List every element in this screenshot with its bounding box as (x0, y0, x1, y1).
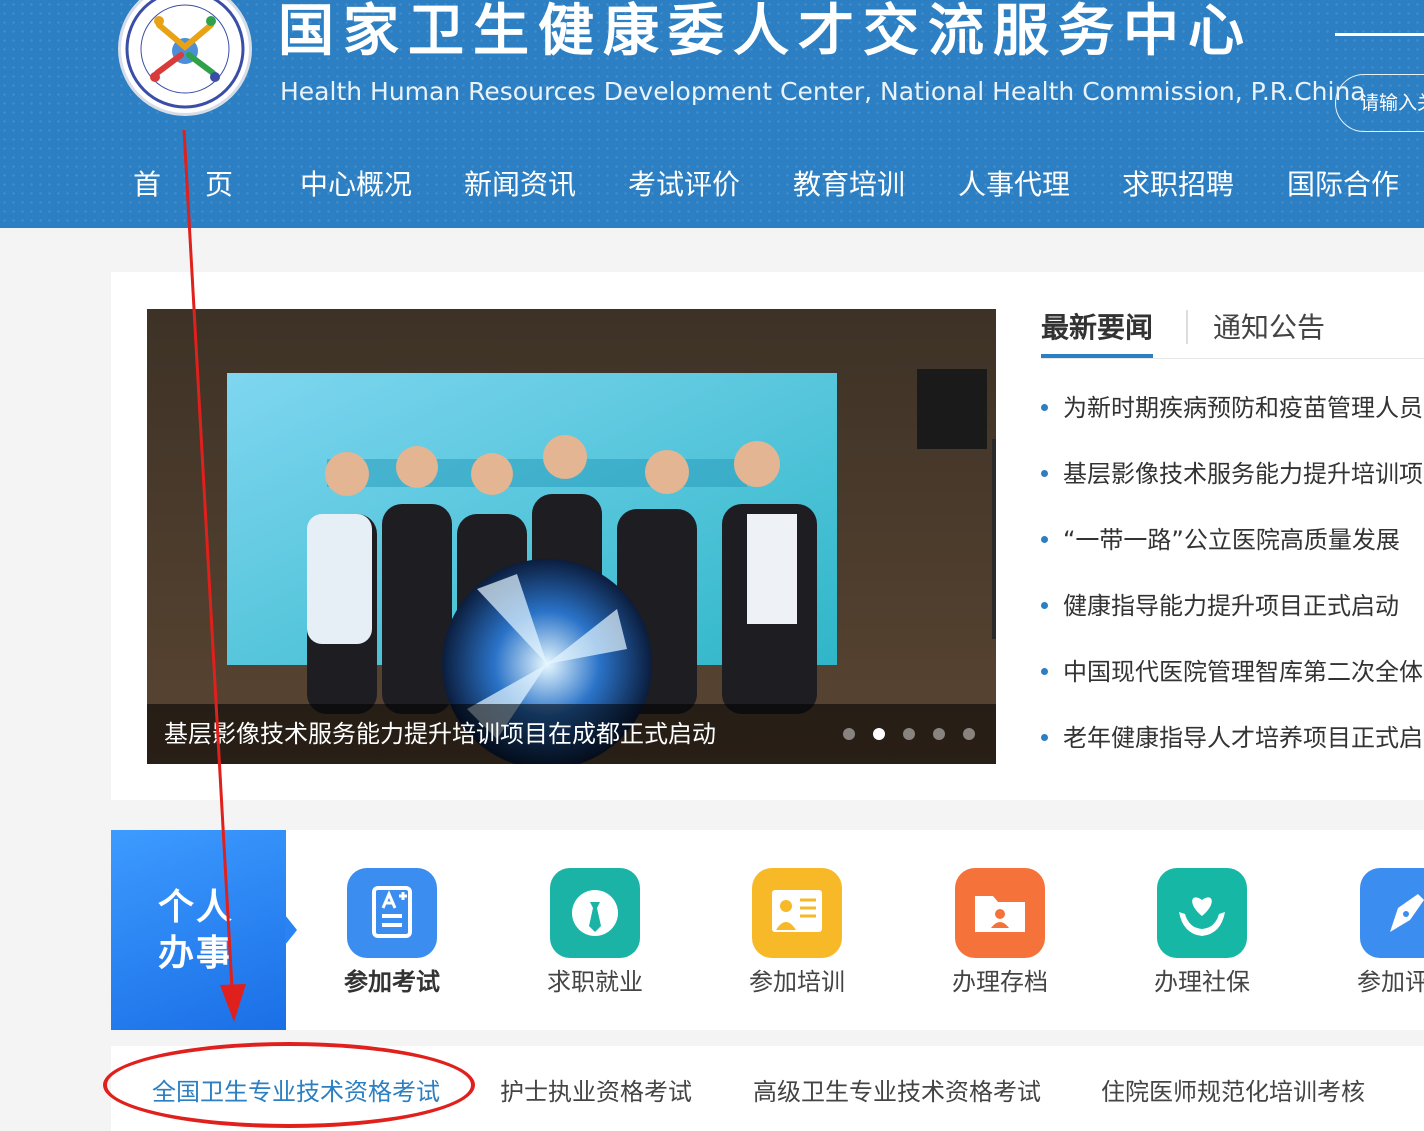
carousel-dot[interactable] (933, 728, 945, 740)
site-header: 国家卫生健康委人才交流服务中心 Health Human Resources D… (0, 0, 1424, 228)
nav-label: 页 (205, 168, 234, 201)
title-decoration-line (1335, 33, 1424, 36)
service-job-label[interactable]: 求职就业 (495, 962, 695, 1002)
personal-label-line2: 办事 (158, 933, 235, 974)
bullet-icon (1041, 734, 1048, 741)
exam-link-nurse[interactable]: 护士执业资格考试 (500, 1072, 692, 1112)
nav-item-about[interactable]: 中心概况 (300, 160, 412, 210)
carousel-dot[interactable] (903, 728, 915, 740)
news-item[interactable]: 老年健康指导人才培养项目正式启 (1041, 718, 1423, 758)
bullet-icon (1041, 536, 1048, 543)
exam-link-senior-health-tech[interactable]: 高级卫生专业技术资格考试 (753, 1072, 1041, 1112)
tab-divider (1186, 310, 1188, 344)
main-nav: 首页 中心概况 新闻资讯 考试评价 教育培训 人事代理 求职招聘 国际合作 (0, 160, 1424, 210)
news-item-title: 为新时期疾病预防和疫苗管理人员 (1063, 394, 1423, 422)
carousel-dot-active[interactable] (873, 728, 885, 740)
annotation-ellipse (103, 1042, 475, 1128)
news-item-title: 老年健康指导人才培养项目正式启 (1063, 724, 1423, 752)
personal-label-line1: 个人 (158, 887, 235, 928)
carousel-dot[interactable] (843, 728, 855, 740)
banner-caption-bar: 基层影像技术服务能力提升培训项目在成都正式启动 (147, 704, 996, 764)
nav-item-jobs[interactable]: 求职招聘 (1122, 160, 1234, 210)
news-item[interactable]: 基层影像技术服务能力提升培训项 (1041, 454, 1423, 494)
tab-notices[interactable]: 通知公告 (1213, 308, 1325, 348)
service-exam-label[interactable]: 参加考试 (292, 962, 492, 1002)
search-input[interactable]: 请输入关键字 (1335, 74, 1424, 132)
news-item-title: 中国现代医院管理智库第二次全体 (1063, 658, 1423, 686)
banner-caption[interactable]: 基层影像技术服务能力提升培训项目在成都正式启动 (164, 704, 716, 764)
job-tie-icon[interactable] (550, 868, 640, 958)
pen-icon[interactable] (1360, 868, 1424, 958)
banner-photo (147, 309, 996, 764)
nav-item-international[interactable]: 国际合作 (1287, 160, 1399, 210)
tab-latest-news[interactable]: 最新要闻 (1041, 308, 1154, 358)
social-security-icon[interactable] (1157, 868, 1247, 958)
bullet-icon (1041, 404, 1048, 411)
personal-services-label: 个人 办事 (158, 885, 234, 977)
news-item[interactable]: “一带一路”公立医院高质量发展 (1041, 520, 1400, 560)
news-item-title: “一带一路”公立医院高质量发展 (1063, 526, 1400, 554)
carousel-dot[interactable] (963, 728, 975, 740)
exam-icon[interactable] (347, 868, 437, 958)
service-evaluation-label[interactable]: 参加评 (1357, 962, 1424, 1002)
bullet-icon (1041, 470, 1048, 477)
service-training-label[interactable]: 参加培训 (697, 962, 897, 1002)
archive-folder-icon[interactable] (955, 868, 1045, 958)
news-item-title: 健康指导能力提升项目正式启动 (1063, 592, 1399, 620)
training-board-icon[interactable] (752, 868, 842, 958)
nav-item-home[interactable]: 首页 (133, 160, 233, 210)
exam-link-resident-training[interactable]: 住院医师规范化培训考核 (1101, 1072, 1365, 1112)
banner-carousel[interactable]: 基层影像技术服务能力提升培训项目在成都正式启动 (147, 309, 996, 764)
nav-item-training[interactable]: 教育培训 (793, 160, 905, 210)
bullet-icon (1041, 602, 1048, 609)
personal-tab-arrow (285, 915, 297, 945)
site-title: 国家卫生健康委人才交流服务中心 (278, 0, 1253, 64)
news-item-title: 基层影像技术服务能力提升培训项 (1063, 460, 1423, 488)
nav-item-hr-agency[interactable]: 人事代理 (958, 160, 1070, 210)
bullet-icon (1041, 668, 1048, 675)
nav-label: 首 (133, 168, 162, 201)
news-item[interactable]: 为新时期疾病预防和疫苗管理人员 (1041, 388, 1423, 428)
nav-item-news[interactable]: 新闻资讯 (464, 160, 576, 210)
service-social-security-label[interactable]: 办理社保 (1102, 962, 1302, 1002)
center-logo-icon[interactable] (118, 0, 252, 116)
tab-underline-rule (1041, 358, 1424, 359)
nav-item-exam[interactable]: 考试评价 (628, 160, 740, 210)
news-item[interactable]: 健康指导能力提升项目正式启动 (1041, 586, 1399, 626)
news-item[interactable]: 中国现代医院管理智库第二次全体 (1041, 652, 1423, 692)
service-archive-label[interactable]: 办理存档 (900, 962, 1100, 1002)
site-subtitle: Health Human Resources Development Cente… (280, 77, 1366, 106)
